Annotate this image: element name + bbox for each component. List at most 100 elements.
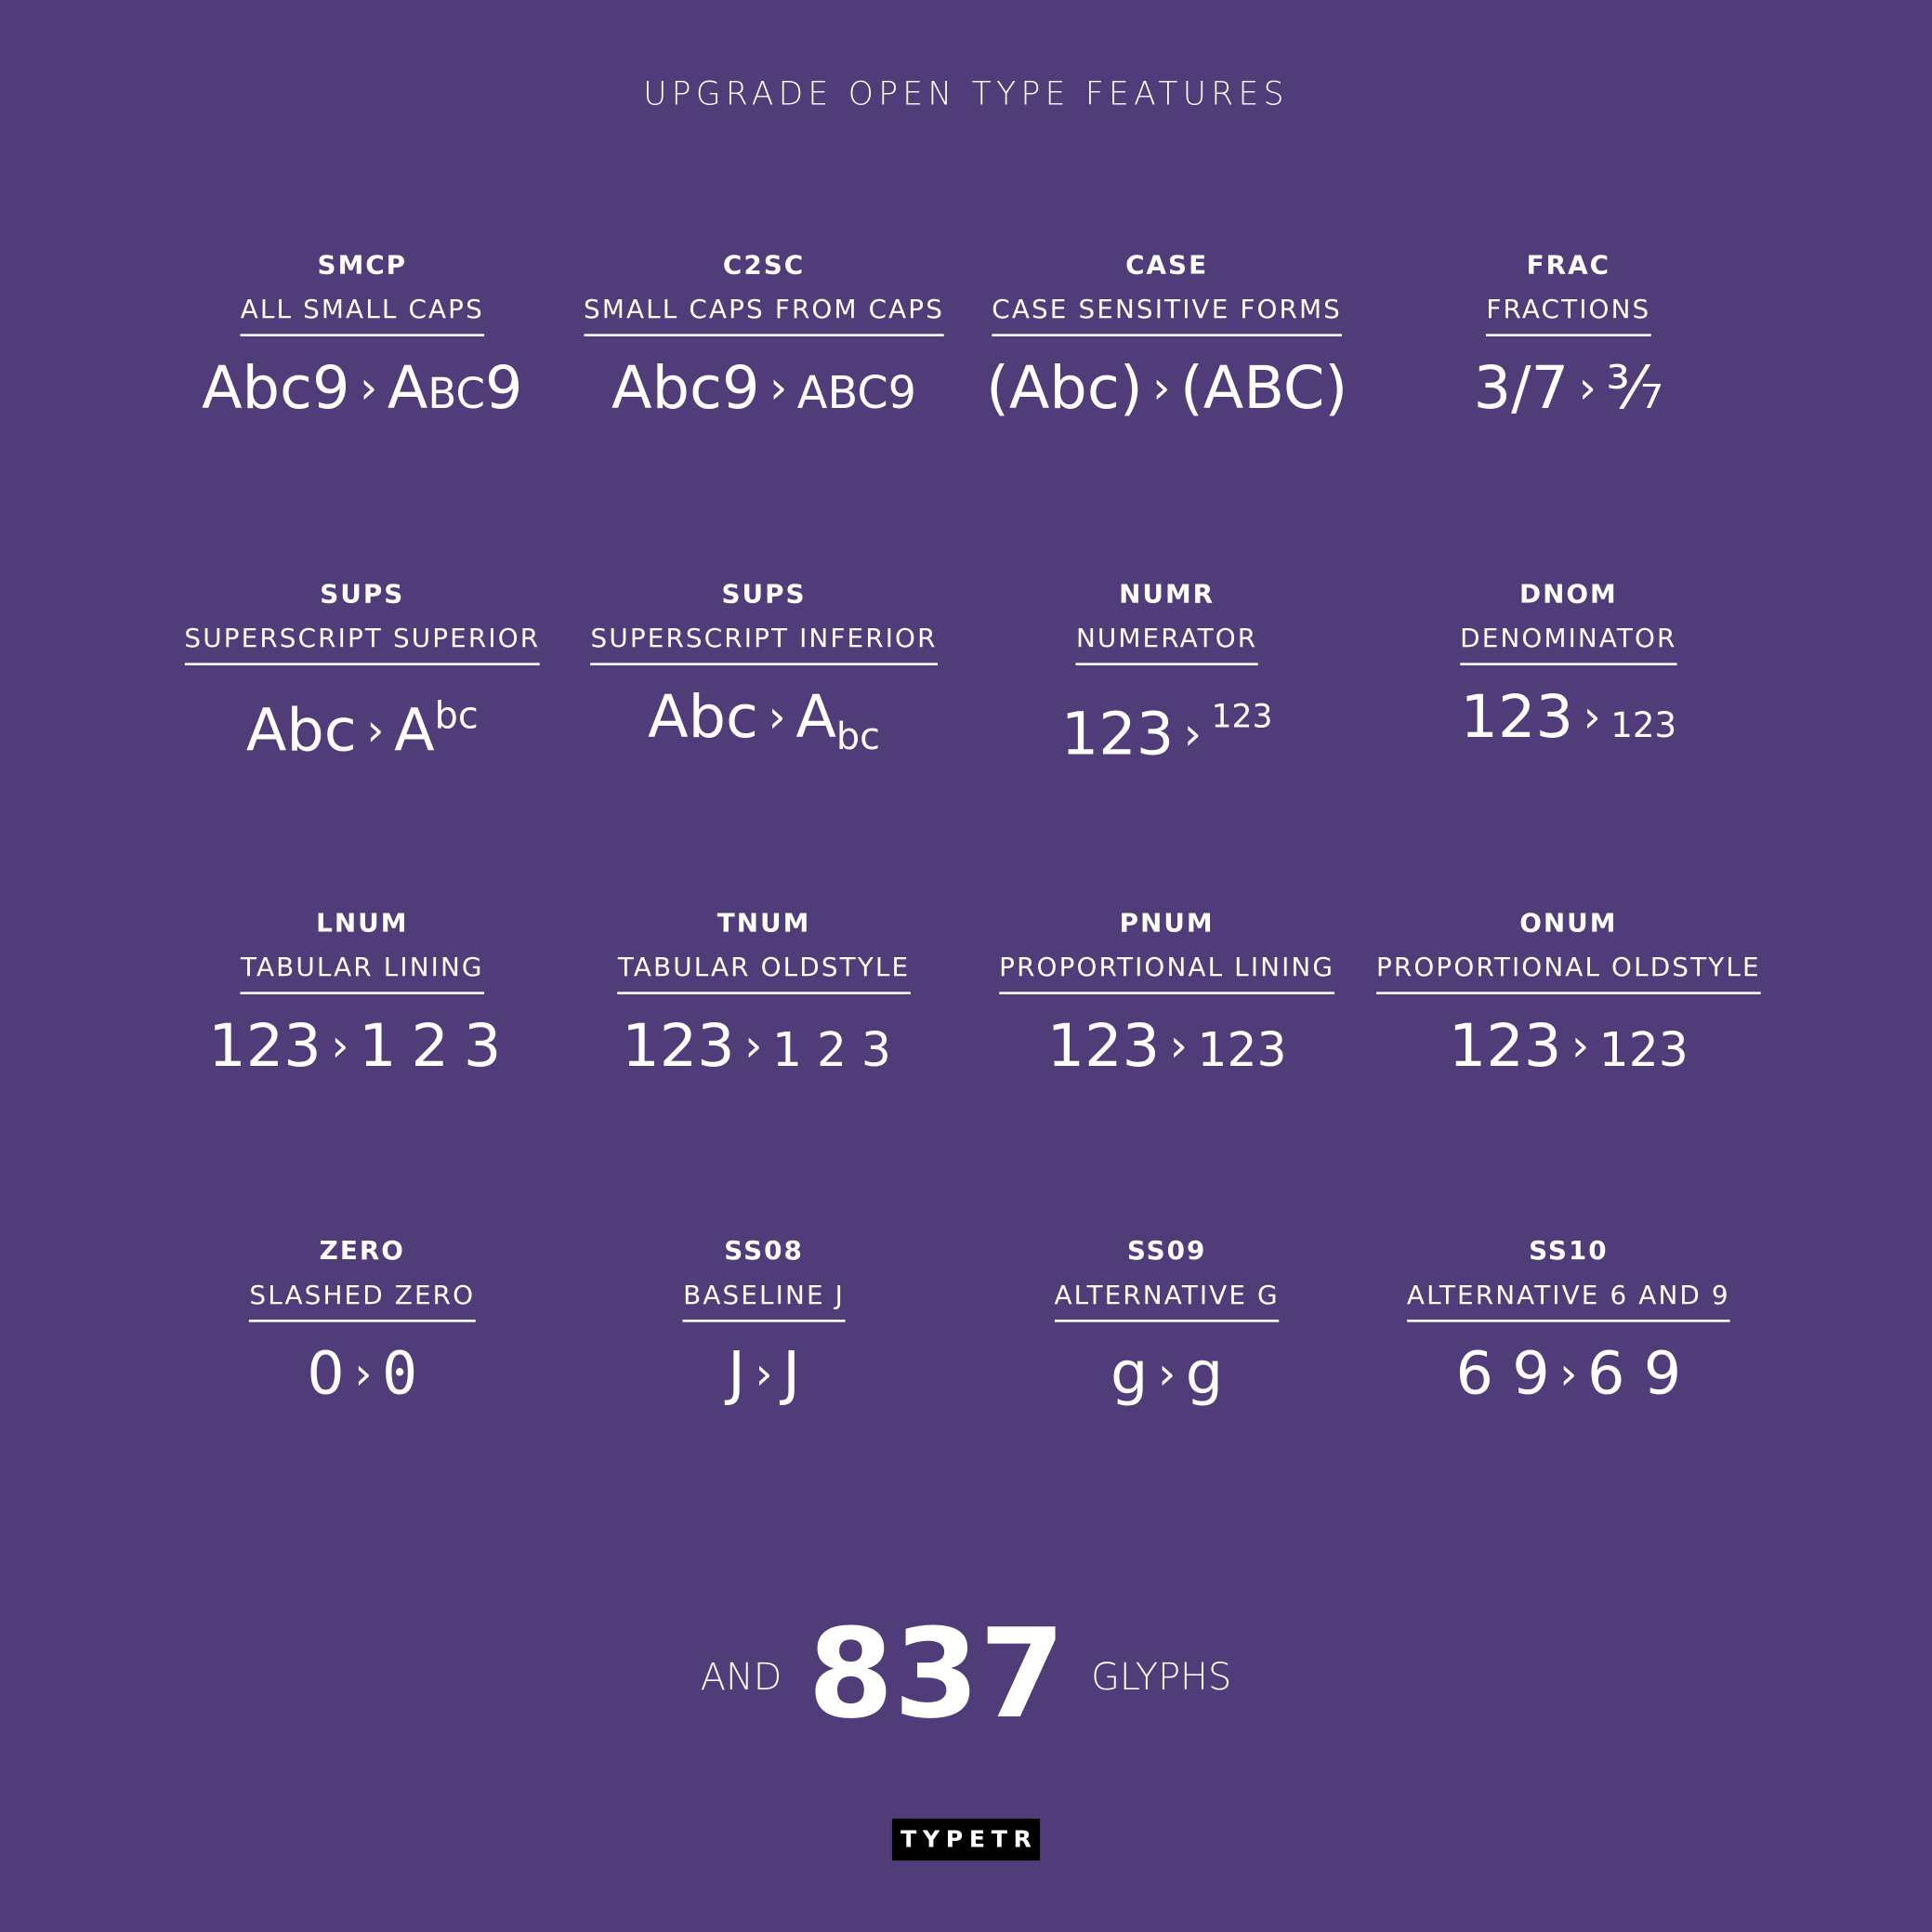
glyph-count-line: AND 837 GLYPHS bbox=[0, 1602, 1932, 1746]
feature-cell-sups: SUPS SUPERSCRIPT SUPERIOR Abc › Abc bbox=[152, 579, 572, 773]
feature-sample: Abc › Abc bbox=[152, 680, 572, 774]
feature-code: CASE bbox=[1125, 250, 1209, 280]
feature-cell-dnom: DNOM DENOMINATOR 123 › 123 bbox=[1359, 579, 1778, 763]
arrow-icon: › bbox=[354, 1348, 373, 1400]
feature-sample: Abc › Abc bbox=[555, 680, 974, 775]
glyph-count-prefix: AND bbox=[700, 1655, 782, 1700]
feature-sample: 123 › 123 bbox=[555, 1009, 974, 1089]
sample-before: 123 bbox=[1448, 1011, 1562, 1081]
feature-name: PROPORTIONAL LINING bbox=[999, 953, 1335, 994]
sample-after-base: A bbox=[394, 696, 435, 766]
feature-code: SS10 bbox=[1529, 1235, 1609, 1266]
sample-after: 123 bbox=[1598, 1022, 1689, 1077]
feature-name: ALL SMALL CAPS bbox=[240, 295, 484, 336]
feature-cell-case: CASE CASE SENSITIVE FORMS (Abc) › (ABC) bbox=[957, 250, 1376, 431]
sample-after: bc bbox=[434, 694, 479, 739]
feature-sample: 123 › 123 bbox=[1359, 680, 1778, 763]
arrow-icon: › bbox=[769, 363, 788, 414]
feature-sample: 123 › 123 bbox=[957, 680, 1376, 778]
sample-after: Abc9 bbox=[387, 353, 523, 423]
sample-after: 123 bbox=[772, 1022, 906, 1077]
feature-sample: 123 › 123 bbox=[957, 1009, 1376, 1089]
feature-sample: (Abc) › (ABC) bbox=[957, 351, 1376, 431]
feature-cell-pnum: PNUM PROPORTIONAL LINING 123 › 123 bbox=[957, 908, 1376, 1089]
feature-cell-lnum: LNUM TABULAR LINING 123 › 123 bbox=[152, 908, 572, 1089]
sample-after: 0 bbox=[382, 1339, 418, 1409]
feature-sample: 0 › 0 bbox=[152, 1337, 572, 1417]
sample-before: 123 bbox=[208, 1011, 322, 1081]
feature-code: DNOM bbox=[1518, 579, 1618, 609]
feature-sample: Abc9 › Abc9 bbox=[152, 351, 572, 431]
sample-after-base: A bbox=[795, 682, 836, 752]
feature-code: SUPS bbox=[320, 579, 405, 609]
feature-sample: 123 › 123 bbox=[152, 1009, 572, 1089]
arrow-icon: › bbox=[768, 692, 786, 743]
sample-after: 123 bbox=[359, 1011, 517, 1081]
sample-after: bc bbox=[835, 716, 881, 759]
feature-cell-onum: ONUM PROPORTIONAL OLDSTYLE 123 › 123 bbox=[1359, 908, 1778, 1089]
feature-code: NUMR bbox=[1119, 579, 1216, 609]
feature-name: CASE SENSITIVE FORMS bbox=[992, 295, 1342, 336]
feature-cell-frac: FRAC FRACTIONS 3/7 › ³⁄₇ bbox=[1359, 250, 1778, 431]
arrow-icon: › bbox=[1559, 1348, 1578, 1400]
poster: UPGRADE OPEN TYPE FEATURES SMCP ALL SMAL… bbox=[0, 0, 1932, 1932]
sample-after: ³⁄₇ bbox=[1606, 353, 1664, 423]
feature-name: SMALL CAPS FROM CAPS bbox=[584, 295, 945, 336]
sample-after: 6 9 bbox=[1587, 1339, 1682, 1409]
glyph-count-suffix: GLYPHS bbox=[1091, 1655, 1232, 1700]
arrow-icon: › bbox=[331, 1021, 349, 1072]
arrow-icon: › bbox=[755, 1348, 773, 1400]
sample-before: Abc9 bbox=[611, 353, 760, 423]
sample-after: ABC9 bbox=[796, 368, 917, 419]
feature-code: FRAC bbox=[1526, 250, 1611, 280]
feature-sample: 3/7 › ³⁄₇ bbox=[1359, 351, 1778, 431]
feature-name: SUPERSCRIPT INFERIOR bbox=[590, 624, 938, 665]
sample-before: Abc bbox=[245, 696, 357, 766]
feature-sample: 6 9 › 6 9 bbox=[1359, 1337, 1778, 1417]
feature-cell-zero: ZERO SLASHED ZERO 0 › 0 bbox=[152, 1236, 572, 1417]
arrow-icon: › bbox=[1578, 363, 1597, 414]
sample-before: 6 9 bbox=[1455, 1339, 1550, 1409]
feature-cell-numr: NUMR NUMERATOR 123 › 123 bbox=[957, 579, 1376, 777]
feature-cell-c2sc: C2SC SMALL CAPS FROM CAPS Abc9 › ABC9 bbox=[555, 250, 974, 431]
feature-sample: Abc9 › ABC9 bbox=[555, 351, 974, 431]
feature-name: PROPORTIONAL OLDSTYLE bbox=[1376, 953, 1761, 994]
feature-code: SS09 bbox=[1126, 1235, 1207, 1266]
feature-cell-ss10: SS10 ALTERNATIVE 6 AND 9 6 9 › 6 9 bbox=[1359, 1236, 1778, 1417]
sample-before: 3/7 bbox=[1473, 353, 1570, 423]
feature-name: BASELINE J bbox=[683, 1281, 845, 1322]
feature-sample: g › g bbox=[957, 1337, 1376, 1417]
feature-code: C2SC bbox=[722, 250, 806, 280]
sample-after: g bbox=[1185, 1339, 1224, 1409]
feature-cell-ss09: SS09 ALTERNATIVE G g › g bbox=[957, 1236, 1376, 1417]
feature-name: ALTERNATIVE 6 AND 9 bbox=[1406, 1281, 1730, 1322]
feature-code: ZERO bbox=[319, 1235, 405, 1266]
feature-code: TNUM bbox=[716, 908, 811, 939]
sample-before: 123 bbox=[1060, 700, 1175, 769]
feature-code: SMCP bbox=[317, 250, 408, 280]
sample-before: 123 bbox=[1046, 1011, 1161, 1081]
feature-sample: 123 › 123 bbox=[1359, 1009, 1778, 1089]
feature-cell-tnum: TNUM TABULAR OLDSTYLE 123 › 123 bbox=[555, 908, 974, 1089]
sample-before: 0 bbox=[307, 1339, 345, 1409]
feature-name: SUPERSCRIPT SUPERIOR bbox=[184, 624, 541, 665]
feature-name: ALTERNATIVE G bbox=[1054, 1281, 1280, 1322]
feature-name: DENOMINATOR bbox=[1460, 624, 1677, 665]
feature-name: TABULAR OLDSTYLE bbox=[617, 953, 911, 994]
feature-name: SLASHED ZERO bbox=[249, 1281, 476, 1322]
sample-before: 123 bbox=[1460, 682, 1573, 752]
glyph-count: 837 bbox=[808, 1601, 1066, 1746]
sample-before: (Abc) bbox=[986, 353, 1143, 423]
arrow-icon: › bbox=[360, 363, 378, 414]
feature-cell-sups: SUPS SUPERSCRIPT INFERIOR Abc › Abc bbox=[555, 579, 974, 775]
arrow-icon: › bbox=[366, 705, 385, 757]
page-title: UPGRADE OPEN TYPE FEATURES bbox=[643, 76, 1289, 113]
feature-code: SUPS bbox=[721, 579, 807, 609]
sample-after: 123 bbox=[1197, 1022, 1287, 1077]
arrow-icon: › bbox=[1169, 1021, 1188, 1072]
typetr-logo: TYPETR bbox=[891, 1819, 1041, 1861]
arrow-icon: › bbox=[1583, 692, 1601, 743]
feature-code: SS08 bbox=[724, 1235, 804, 1266]
sample-before: 123 bbox=[622, 1011, 735, 1081]
sample-after: 123 bbox=[1610, 704, 1677, 746]
